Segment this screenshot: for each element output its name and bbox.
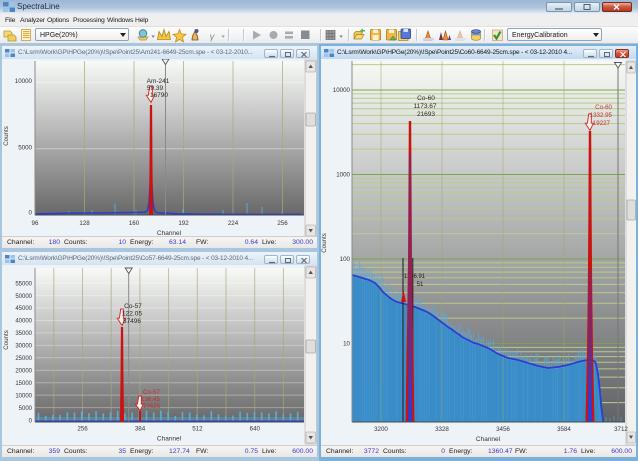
svg-text:55000: 55000	[15, 281, 32, 287]
svg-text:1173.67: 1173.67	[413, 103, 436, 110]
svg-text:256: 256	[277, 220, 288, 227]
svg-text:Co-60: Co-60	[417, 95, 435, 102]
svg-text:256: 256	[77, 426, 88, 433]
svg-text:10000: 10000	[15, 393, 32, 399]
svg-text:640: 640	[250, 426, 261, 433]
svg-text:21693: 21693	[417, 111, 435, 118]
svg-text:Channel: Channel	[157, 436, 182, 443]
svg-text:Co-57: Co-57	[143, 389, 160, 396]
svg-text:1196.91: 1196.91	[404, 274, 426, 280]
svg-text:160: 160	[129, 220, 140, 227]
svg-text:γ: γ	[210, 32, 216, 43]
svg-text:19227: 19227	[593, 120, 611, 127]
svg-text:Co-57: Co-57	[124, 303, 142, 310]
svg-text:87496: 87496	[123, 318, 141, 325]
svg-text:3200: 3200	[374, 426, 388, 433]
svg-text:Counts: Counts	[3, 126, 10, 146]
svg-text:384: 384	[135, 426, 146, 433]
svg-text:5000: 5000	[18, 145, 32, 152]
svg-text:25000: 25000	[15, 356, 32, 362]
svg-text:100: 100	[340, 256, 351, 263]
svg-text:51: 51	[417, 282, 424, 288]
svg-text:Co-60: Co-60	[595, 104, 612, 111]
svg-text:512: 512	[192, 426, 203, 433]
svg-text:10625: 10625	[143, 403, 161, 410]
svg-text:0: 0	[29, 419, 33, 425]
svg-text:3712: 3712	[614, 426, 628, 433]
svg-text:10000: 10000	[333, 87, 351, 94]
svg-text:96: 96	[32, 220, 39, 227]
svg-text:3456: 3456	[496, 426, 510, 433]
svg-text:5000: 5000	[19, 406, 33, 412]
svg-text:1000: 1000	[336, 172, 350, 179]
svg-text:3584: 3584	[557, 426, 571, 433]
svg-text:Counts: Counts	[321, 233, 328, 253]
svg-text:10: 10	[343, 341, 350, 348]
svg-text:35000: 35000	[15, 331, 32, 337]
svg-text:15000: 15000	[15, 381, 32, 387]
svg-text:50000: 50000	[15, 294, 32, 300]
svg-text:128: 128	[79, 220, 90, 227]
svg-text:136.45: 136.45	[141, 396, 160, 403]
svg-text:59.39: 59.39	[147, 85, 164, 92]
svg-text:10000: 10000	[15, 78, 33, 85]
svg-text:Counts: Counts	[3, 330, 10, 350]
svg-text:Am-241: Am-241	[147, 78, 170, 85]
svg-text:0: 0	[29, 210, 33, 217]
svg-text:30000: 30000	[15, 344, 32, 350]
svg-text:20000: 20000	[15, 368, 32, 374]
svg-text:224: 224	[228, 220, 239, 227]
svg-text:192: 192	[178, 220, 189, 227]
svg-text:3328: 3328	[435, 426, 449, 433]
svg-text:40000: 40000	[15, 319, 32, 325]
svg-text:Channel: Channel	[476, 436, 501, 443]
svg-text:1332.95: 1332.95	[590, 112, 613, 119]
svg-text:16790: 16790	[150, 92, 168, 99]
svg-text:45000: 45000	[15, 306, 32, 312]
svg-text:122.05: 122.05	[122, 311, 142, 318]
